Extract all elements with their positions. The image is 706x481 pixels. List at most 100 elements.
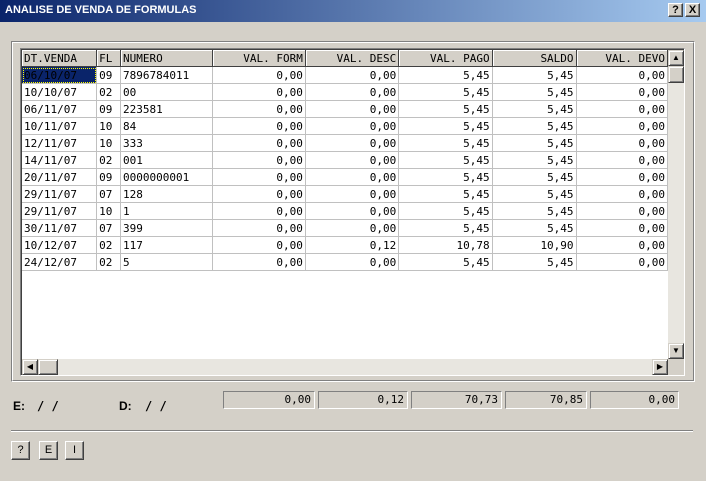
cell-numero[interactable]: 001 [120,151,213,169]
cell-val-devo[interactable]: 0,00 [576,117,668,135]
cell-dt-venda[interactable]: 29/11/07 [22,185,98,203]
cell-val-pago[interactable]: 5,45 [398,117,493,135]
cell-dt-venda[interactable]: 29/11/07 [22,202,98,220]
cell-saldo[interactable]: 5,45 [492,83,577,101]
cell-saldo[interactable]: 5,45 [492,117,577,135]
table-row[interactable]: 10/12/07 02 117 0,00 0,12 10,78 10,90 0,00 [22,236,668,254]
table-row[interactable]: 10/10/07 02 00 0,00 0,00 5,45 5,45 0,00 [22,83,668,101]
sales-grid[interactable]: DT.VENDA FL NUMERO VAL. FORM VAL. DESC V… [20,48,685,376]
cell-val-pago[interactable]: 5,45 [398,134,493,152]
cell-saldo[interactable]: 5,45 [492,202,577,220]
cell-val-devo[interactable]: 0,00 [576,83,668,101]
col-header-saldo[interactable]: SALDO [492,50,577,67]
cell-val-form[interactable]: 0,00 [212,219,306,237]
cell-val-desc[interactable]: 0,12 [305,236,400,254]
cell-numero[interactable]: 00 [120,83,213,101]
table-row[interactable]: 29/11/07 07 128 0,00 0,00 5,45 5,45 0,00 [22,185,668,203]
cell-saldo[interactable]: 5,45 [492,253,577,271]
cell-val-form[interactable]: 0,00 [212,168,306,186]
cell-numero[interactable]: 84 [120,117,213,135]
cell-val-pago[interactable]: 5,45 [398,100,493,118]
scroll-down-button[interactable]: ▼ [668,343,684,359]
col-header-val-form[interactable]: VAL. FORM [212,50,306,67]
help-question-button[interactable]: ? [11,441,30,460]
cell-fl[interactable]: 02 [96,151,121,169]
cell-fl[interactable]: 09 [96,100,121,118]
col-header-val-desc[interactable]: VAL. DESC [305,50,400,67]
cell-val-pago[interactable]: 10,78 [398,236,493,254]
cell-val-form[interactable]: 0,00 [212,253,306,271]
table-row[interactable]: 20/11/07 09 0000000001 0,00 0,00 5,45 5,45 0,00 [22,168,668,186]
cell-fl[interactable]: 10 [96,134,121,152]
table-row[interactable]: 24/12/07 02 5 0,00 0,00 5,45 5,45 0,00 [22,253,668,271]
cell-val-devo[interactable]: 0,00 [576,253,668,271]
table-row[interactable]: 06/11/07 09 223581 0,00 0,00 5,45 5,45 0,00 [22,100,668,118]
cell-saldo[interactable]: 5,45 [492,185,577,203]
cell-fl[interactable]: 10 [96,202,121,220]
cell-fl[interactable]: 02 [96,253,121,271]
cell-saldo[interactable]: 5,45 [492,151,577,169]
cell-dt-venda[interactable]: 20/11/07 [22,168,98,186]
cell-fl[interactable]: 09 [96,66,121,84]
cell-dt-venda[interactable]: 12/11/07 [22,134,98,152]
e-button[interactable]: E [39,441,58,460]
cell-val-pago[interactable]: 5,45 [398,219,493,237]
cell-saldo[interactable]: 5,45 [492,168,577,186]
cell-val-form[interactable]: 0,00 [212,83,306,101]
vertical-scroll-thumb[interactable] [668,66,684,83]
cell-val-desc[interactable]: 0,00 [305,134,400,152]
cell-val-form[interactable]: 0,00 [212,117,306,135]
cell-numero[interactable]: 7896784011 [120,66,213,84]
cell-numero[interactable]: 1 [120,202,213,220]
cell-saldo[interactable]: 5,45 [492,66,577,84]
help-button[interactable]: ? [668,3,683,17]
scroll-left-button[interactable]: ◀ [22,359,38,375]
cell-val-devo[interactable]: 0,00 [576,151,668,169]
cell-val-pago[interactable]: 5,45 [398,253,493,271]
cell-numero[interactable]: 117 [120,236,213,254]
cell-fl[interactable]: 07 [96,219,121,237]
cell-val-desc[interactable]: 0,00 [305,185,400,203]
cell-fl[interactable]: 07 [96,185,121,203]
cell-val-desc[interactable]: 0,00 [305,83,400,101]
cell-val-devo[interactable]: 0,00 [576,185,668,203]
cell-val-pago[interactable]: 5,45 [398,151,493,169]
cell-fl[interactable]: 09 [96,168,121,186]
cell-numero[interactable]: 223581 [120,100,213,118]
cell-dt-venda[interactable]: 24/12/07 [22,253,98,271]
cell-val-desc[interactable]: 0,00 [305,168,400,186]
cell-saldo[interactable]: 5,45 [492,100,577,118]
cell-dt-venda[interactable]: 10/12/07 [22,236,98,254]
cell-saldo[interactable]: 5,45 [492,219,577,237]
cell-val-desc[interactable]: 0,00 [305,253,400,271]
close-button[interactable]: X [685,3,700,17]
cell-val-desc[interactable]: 0,00 [305,117,400,135]
cell-val-form[interactable]: 0,00 [212,202,306,220]
col-header-numero[interactable]: NUMERO [120,50,213,67]
horizontal-scroll-thumb[interactable] [38,359,58,375]
table-row[interactable]: 29/11/07 10 1 0,00 0,00 5,45 5,45 0,00 [22,202,668,220]
scroll-up-button[interactable]: ▲ [668,50,684,66]
cell-dt-venda[interactable]: 10/11/07 [22,117,98,135]
cell-fl[interactable]: 10 [96,117,121,135]
cell-val-pago[interactable]: 5,45 [398,168,493,186]
cell-dt-venda[interactable]: 06/11/07 [22,100,98,118]
cell-dt-venda[interactable]: 06/10/07 [22,66,98,84]
cell-numero[interactable]: 333 [120,134,213,152]
cell-numero[interactable]: 0000000001 [120,168,213,186]
col-header-dt-venda[interactable]: DT.VENDA [22,50,98,67]
horizontal-scrollbar[interactable]: ◀ ▶ [22,359,668,375]
cell-numero[interactable]: 5 [120,253,213,271]
cell-val-devo[interactable]: 0,00 [576,100,668,118]
table-row[interactable]: 10/11/07 10 84 0,00 0,00 5,45 5,45 0,00 [22,117,668,135]
cell-val-pago[interactable]: 5,45 [398,83,493,101]
cell-saldo[interactable]: 5,45 [492,134,577,152]
cell-dt-venda[interactable]: 30/11/07 [22,219,98,237]
cell-val-devo[interactable]: 0,00 [576,236,668,254]
cell-val-form[interactable]: 0,00 [212,236,306,254]
cell-val-desc[interactable]: 0,00 [305,151,400,169]
table-row[interactable]: 06/10/07 09 7896784011 0,00 0,00 5,45 5,45 0,00 [22,66,668,84]
cell-fl[interactable]: 02 [96,236,121,254]
cell-val-devo[interactable]: 0,00 [576,202,668,220]
cell-val-devo[interactable]: 0,00 [576,134,668,152]
